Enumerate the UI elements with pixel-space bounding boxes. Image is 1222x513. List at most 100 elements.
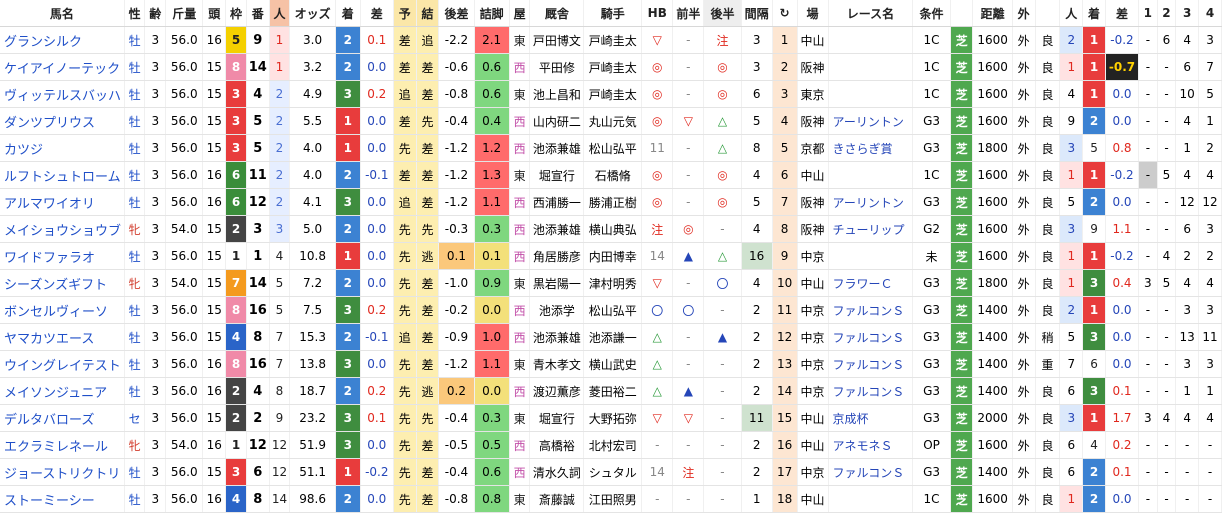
race-name[interactable]: ファルコンＳ — [828, 458, 914, 486]
table-row[interactable]: カツジ牡 3 56.0 15 3 5 2 4.0 1 0.0 先差 -1.2 1.2 西池添兼雄 松山弘平 1… — [0, 134, 1222, 162]
race-name[interactable]: ファルコンＳ — [828, 350, 914, 378]
column-header[interactable]: 齢 — [144, 0, 167, 27]
column-header[interactable]: 結 — [416, 0, 440, 27]
result-style: 差 — [416, 188, 440, 216]
track-cell: 中山 — [797, 485, 829, 513]
table-row[interactable]: ウイングレイテスト牡 3 56.0 16 8 16 7 13.8 3 0.0 先差 -1.2 1.1 東青… — [0, 350, 1222, 378]
column-header[interactable]: 予 — [393, 0, 417, 27]
horse-name[interactable]: メイソンジュニア — [0, 377, 125, 405]
race-name[interactable] — [828, 53, 914, 81]
prev-margin: 0.0 — [1105, 350, 1140, 378]
column-header[interactable]: 後半 — [703, 0, 742, 27]
column-header[interactable]: 頭 — [202, 0, 227, 27]
race-name[interactable]: アネモネＳ — [828, 431, 914, 459]
race-name[interactable] — [828, 26, 914, 54]
column-header[interactable]: 着 — [1082, 0, 1106, 27]
horse-name[interactable]: シーズンズギフト — [0, 269, 125, 297]
horse-name[interactable]: カツジ — [0, 134, 125, 162]
horse-name[interactable]: ヴィッテルスバッハ — [0, 80, 125, 108]
column-header[interactable]: 番 — [246, 0, 270, 27]
table-row[interactable]: シーズンズギフト牝 3 54.0 15 7 14 5 7.2 2 0.0 先差 -1.0 0.9 東黒岩陽… — [0, 269, 1222, 297]
race-name[interactable]: ファルコンＳ — [828, 377, 914, 405]
column-header[interactable]: 距離 — [972, 0, 1013, 27]
horse-name[interactable]: メイショウショウブ — [0, 215, 125, 243]
interval-cell: 11 — [741, 404, 773, 432]
table-row[interactable]: ボンセルヴィーソ牡 3 56.0 15 8 16 5 7.5 3 0.2 先差 -0.2 0.0 西池添学… — [0, 296, 1222, 324]
horse-name[interactable]: ダンツプリウス — [0, 107, 125, 135]
column-header[interactable]: 1 — [1138, 0, 1158, 27]
table-row[interactable]: ケイアイノーテック牡 3 56.0 15 8 14 1 3.2 2 0.0 差差 -0.6 0.6 西平田… — [0, 53, 1222, 81]
race-name[interactable]: フラワーＣ — [828, 269, 914, 297]
column-header[interactable]: 4 — [1198, 0, 1222, 27]
horse-name[interactable]: ヤマカツエース — [0, 323, 125, 351]
table-row[interactable]: ダンツプリウス牡 3 56.0 15 3 5 2 5.5 1 0.0 差先 -0.4 0.4 西山内研二丸… — [0, 107, 1222, 135]
frame-number: 8 — [225, 350, 247, 378]
column-header[interactable]: 場 — [797, 0, 829, 27]
race-name[interactable] — [828, 242, 914, 270]
column-header[interactable]: 斤量 — [165, 0, 204, 27]
table-row[interactable]: ヤマカツエース牡 3 56.0 15 4 8 7 15.3 2 -0.1 追差 -0.9 1.0 西池添兼… — [0, 323, 1222, 351]
table-row[interactable]: ストーミーシー牡 3 56.0 16 4 8 14 98.6 2 0.0 先差 -0.8 0.8 東斎藤誠… — [0, 485, 1222, 513]
race-name[interactable]: ファルコンＳ — [828, 296, 914, 324]
table-row[interactable]: ジョーストリクトリ牡 3 56.0 15 3 6 12 51.1 1 -0.2 先差 -0.4 0.6 西… — [0, 458, 1222, 486]
column-header[interactable]: ↻ — [772, 0, 798, 27]
column-header[interactable]: 前半 — [672, 0, 705, 27]
horse-name[interactable]: ウイングレイテスト — [0, 350, 125, 378]
column-header[interactable]: レース名 — [828, 0, 914, 27]
column-header[interactable]: 人 — [1059, 0, 1084, 27]
horse-name[interactable]: アルマワイオリ — [0, 188, 125, 216]
column-header[interactable]: 条件 — [912, 0, 951, 27]
horse-name[interactable]: ジョーストリクトリ — [0, 458, 125, 486]
column-header[interactable]: 間隔 — [741, 0, 773, 27]
column-header[interactable]: 枠 — [225, 0, 247, 27]
column-header[interactable]: HB — [641, 0, 674, 27]
column-header[interactable]: 厩舎 — [529, 0, 585, 27]
race-name[interactable] — [828, 161, 914, 189]
table-row[interactable]: ルフトシュトローム牡 3 56.0 16 6 11 2 4.0 2 -0.1 差差 -1.2 1.3 東堀… — [0, 161, 1222, 189]
second-half-mark: - — [703, 458, 742, 486]
table-row[interactable]: メイソンジュニア牡 3 56.0 16 2 4 8 18.7 2 0.2 先逃 0.2 0.0 西渡辺薫彦… — [0, 377, 1222, 405]
table-row[interactable]: グランシルク牡 3 56.0 16 5 9 1 3.0 2 0.1 差追 -2.2 2.1 東戸田博文 戸崎… — [0, 26, 1222, 54]
class-cell: G3 — [912, 107, 951, 135]
table-row[interactable]: エクラミレネール牝 3 54.0 16 1 12 12 51.9 3 0.0 先差 -0.5 0.5 西高… — [0, 431, 1222, 459]
race-name[interactable]: ファルコンＳ — [828, 323, 914, 351]
column-header[interactable]: 馬名 — [0, 0, 125, 27]
column-header[interactable]: 後差 — [438, 0, 475, 27]
race-name[interactable]: きさらぎ賞 — [828, 134, 914, 162]
race-name[interactable]: アーリントン — [828, 188, 914, 216]
table-row[interactable]: アルマワイオリ牡 3 56.0 16 6 12 2 4.1 3 0.0 追差 -1.2 1.1 西西浦勝一… — [0, 188, 1222, 216]
column-header[interactable]: 外 — [1012, 0, 1036, 27]
column-header[interactable]: 詰脚 — [474, 0, 510, 27]
table-row[interactable]: ヴィッテルスバッハ牡 3 56.0 15 3 4 2 4.9 3 0.2 追差 -0.8 0.6 東池上昌… — [0, 80, 1222, 108]
table-row[interactable]: メイショウショウブ牝 3 54.0 15 2 3 3 5.0 2 0.0 先先 -0.3 0.3 西池添兼… — [0, 215, 1222, 243]
column-header[interactable]: 人 — [269, 0, 291, 27]
horse-name[interactable]: デルタバローズ — [0, 404, 125, 432]
column-header[interactable]: 3 — [1175, 0, 1200, 27]
horse-name[interactable]: ワイドファラオ — [0, 242, 125, 270]
column-header[interactable]: 騎手 — [583, 0, 643, 27]
race-name[interactable] — [828, 80, 914, 108]
column-header[interactable]: 性 — [124, 0, 146, 27]
horse-name[interactable]: グランシルク — [0, 26, 125, 54]
corner-4: 5 — [1198, 80, 1222, 108]
column-header[interactable]: 2 — [1157, 0, 1177, 27]
horse-number: 16 — [246, 296, 270, 324]
race-name[interactable]: 京成杯 — [828, 404, 914, 432]
horse-name[interactable]: エクラミレネール — [0, 431, 125, 459]
column-header[interactable] — [1035, 0, 1061, 27]
column-header[interactable]: オッズ — [289, 0, 336, 27]
table-row[interactable]: ワイドファラオ牡 3 56.0 15 1 1 4 10.8 1 0.0 先逃 0.1 0.1 西角居勝彦内… — [0, 242, 1222, 270]
horse-name[interactable]: ボンセルヴィーソ — [0, 296, 125, 324]
race-name[interactable] — [828, 485, 914, 513]
column-header[interactable]: 着 — [335, 0, 361, 27]
horse-name[interactable]: ストーミーシー — [0, 485, 125, 513]
race-name[interactable]: アーリントン — [828, 107, 914, 135]
column-header[interactable]: 屋 — [509, 0, 531, 27]
race-name[interactable]: チューリップ — [828, 215, 914, 243]
column-header[interactable]: 差 — [360, 0, 394, 27]
table-row[interactable]: デルタバローズセ 3 56.0 15 2 2 9 23.2 3 0.1 先先 -0.4 0.3 東堀宣行大… — [0, 404, 1222, 432]
column-header[interactable] — [950, 0, 974, 27]
column-header[interactable]: 差 — [1105, 0, 1140, 27]
horse-name[interactable]: ルフトシュトローム — [0, 161, 125, 189]
horse-name[interactable]: ケイアイノーテック — [0, 53, 125, 81]
